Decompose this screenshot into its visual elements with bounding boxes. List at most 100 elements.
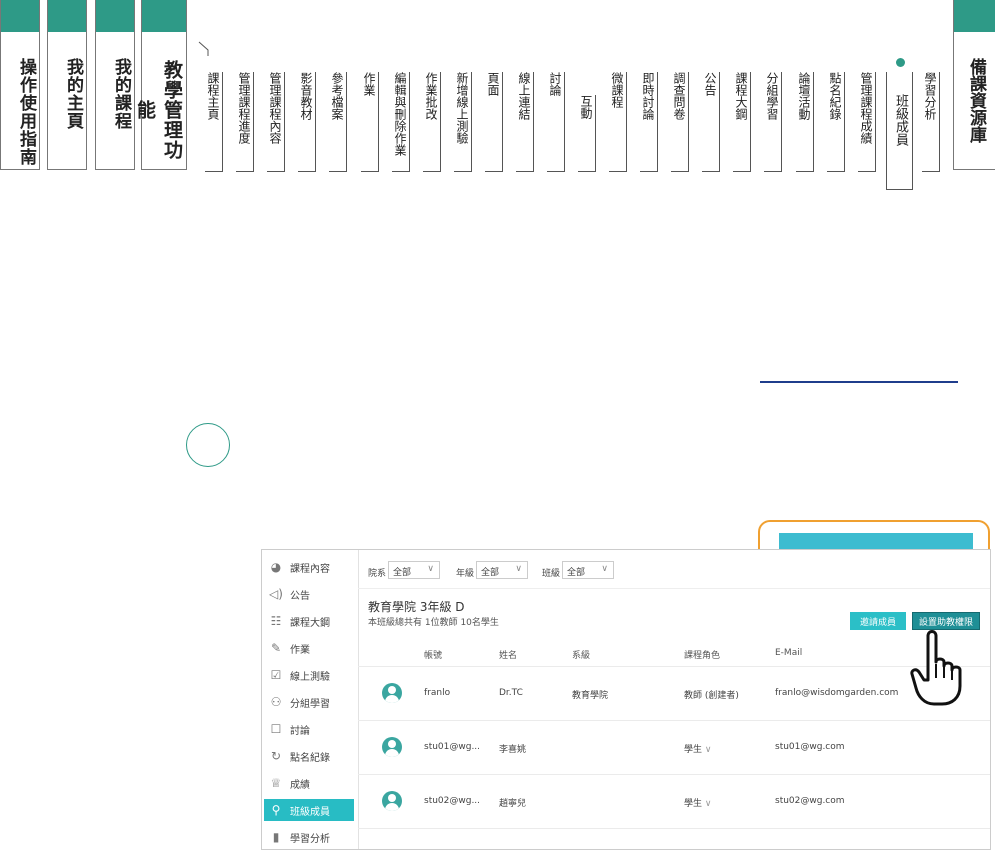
sidebar-item-content[interactable]: ◕ 課程內容 xyxy=(268,556,354,578)
feature-tab[interactable]: 線上連結 xyxy=(516,72,534,172)
sidebar-item-quiz[interactable]: ☑ 線上測驗 xyxy=(268,664,354,686)
role-dropdown[interactable]: 學生 ∨ xyxy=(684,796,711,809)
column-header-email: E-Mail xyxy=(775,648,803,658)
tab-label: 作業批改 xyxy=(424,72,438,120)
tab-cap xyxy=(142,0,186,32)
feature-tab[interactable]: 影音教材 xyxy=(298,72,316,172)
grade-select-value: 全部 xyxy=(481,568,500,578)
sidebar-item-label: 班級成員 xyxy=(290,806,330,818)
tab-class-members[interactable]: 班級成員 xyxy=(886,72,913,190)
tab-label: 課程主頁 xyxy=(206,72,220,120)
avatar xyxy=(382,737,402,757)
feature-tab[interactable]: 參考檔案 xyxy=(329,72,347,172)
sidebar-item-label: 公告 xyxy=(290,590,310,602)
tab-label: 管理課程進度 xyxy=(237,72,251,144)
grade-select[interactable]: 全部 ∨ xyxy=(476,561,528,579)
feature-tab[interactable]: 微課程 xyxy=(609,72,627,172)
feature-tab[interactable]: 管理課程成績 xyxy=(858,72,876,172)
filter-bar: 院系 全部 ∨ 年級 全部 ∨ 班級 全部 ∨ xyxy=(358,550,990,589)
table-row[interactable]: franlo Dr.TC 教育學院 教師 (創建者) franlo@wisdom… xyxy=(358,666,990,719)
bar-chart-icon: ▮ xyxy=(272,830,280,844)
sidebar-item-announcement[interactable]: ◁) 公告 xyxy=(268,583,354,605)
feature-tab[interactable]: 新增線上測驗 xyxy=(454,72,472,172)
class-filter-label: 班級 xyxy=(542,569,561,579)
sidebar-item-group[interactable]: ⚇ 分組學習 xyxy=(268,691,354,713)
tab-label: 公告 xyxy=(703,72,717,96)
invite-members-button[interactable]: 邀請成員 xyxy=(850,612,906,630)
nav-guide-label: 操作使用指南 xyxy=(16,58,36,166)
tab-label: 參考檔案 xyxy=(330,72,344,120)
class-select[interactable]: 全部 ∨ xyxy=(562,561,614,579)
nav-home-tab[interactable]: 我的主頁 xyxy=(47,0,87,170)
trophy-icon: ♕ xyxy=(270,776,282,790)
dept-select[interactable]: 全部 ∨ xyxy=(388,561,440,579)
tab-cap xyxy=(96,0,134,32)
tab-cap xyxy=(1,0,39,32)
active-tab-label: 班級成員 xyxy=(893,94,908,146)
feature-tab[interactable]: 分組學習 xyxy=(764,72,782,172)
feature-tab[interactable]: 即時討論 xyxy=(640,72,658,172)
table-row[interactable] xyxy=(358,828,990,849)
sidebar-item-homework[interactable]: ✎ 作業 xyxy=(268,637,354,659)
feature-tab[interactable]: 調查問卷 xyxy=(671,72,689,172)
tab-label: 學習分析 xyxy=(923,72,937,120)
role-dropdown[interactable]: 學生 ∨ xyxy=(684,742,711,755)
sidebar-item-syllabus[interactable]: ☷ 課程大鋼 xyxy=(268,610,354,632)
tab-cap xyxy=(954,0,995,32)
cell-name: Dr.TC xyxy=(499,688,523,698)
sidebar-item-label: 分組學習 xyxy=(290,698,330,710)
nav-resources-label: 備課資源庫 xyxy=(966,58,986,143)
feature-tab[interactable]: 討論 xyxy=(547,72,565,172)
sidebar-item-label: 課程大鋼 xyxy=(290,617,330,629)
checklist-icon: ☑ xyxy=(270,668,282,682)
feature-tab[interactable]: 論壇活動 xyxy=(796,72,814,172)
nav-teaching-label: 教學管理功能 xyxy=(134,59,183,160)
feature-tab[interactable]: 頁面 xyxy=(485,72,503,172)
feature-tab[interactable]: 互動 xyxy=(578,95,596,172)
feature-tab[interactable]: 管理課程進度 xyxy=(236,72,254,172)
members-icon: ⚲ xyxy=(271,803,281,817)
table-row[interactable]: stu02@wg... 趙寧兒 學生 ∨ stu02@wg.com xyxy=(358,774,990,827)
tab-label: 討論 xyxy=(548,72,562,96)
feature-tab[interactable]: 管理課程內容 xyxy=(267,72,285,172)
feature-tab[interactable]: 公告 xyxy=(702,72,720,172)
sidebar-item-analytics[interactable]: ▮ 學習分析 xyxy=(268,826,354,848)
sidebar-item-label: 討論 xyxy=(290,725,310,737)
nav-courses-label: 我的課程 xyxy=(111,58,131,130)
cell-account: franlo xyxy=(424,688,451,698)
dept-select-value: 全部 xyxy=(393,568,412,578)
nav-teaching-tab[interactable]: 教學管理功能 xyxy=(134,0,187,170)
nav-guide-tab[interactable]: 操作使用指南 xyxy=(0,0,40,170)
feature-tab[interactable]: 作業批改 xyxy=(423,72,441,172)
cell-name: 李喜姚 xyxy=(499,745,527,755)
feature-tab[interactable]: 編輯與刪除作業 xyxy=(392,72,410,172)
tab-label: 互動 xyxy=(579,95,593,119)
cell-name: 趙寧兒 xyxy=(499,799,527,809)
cell-role: 教師 (創建者) xyxy=(684,691,739,701)
tab-label: 微課程 xyxy=(610,72,624,108)
tab-label: 影音教材 xyxy=(299,72,313,120)
nav-courses-tab[interactable]: 我的課程 xyxy=(95,0,135,170)
megaphone-icon: ◁) xyxy=(269,587,283,601)
sidebar-item-label: 線上測驗 xyxy=(290,671,330,683)
column-header-role: 課程角色 xyxy=(684,651,721,661)
active-indicator xyxy=(896,58,905,67)
feature-tab[interactable]: 課程大鋼 xyxy=(733,72,751,172)
sidebar-item-discussion[interactable]: ☐ 討論 xyxy=(268,718,354,740)
nav-resources-tab[interactable]: 備課資源庫 xyxy=(953,0,995,170)
sidebar-item-grades[interactable]: ♕ 成績 xyxy=(268,772,354,794)
feature-tab[interactable]: 課程主頁 xyxy=(205,72,223,172)
table-row[interactable]: stu01@wg... 李喜姚 學生 ∨ stu01@wg.com xyxy=(358,720,990,773)
tab-label: 頁面 xyxy=(486,72,500,96)
tab-label: 管理課程內容 xyxy=(268,72,282,144)
chevron-down-icon: ∨ xyxy=(515,564,522,574)
sidebar-item-members[interactable]: ⚲ 班級成員 xyxy=(264,799,354,821)
feature-tab[interactable]: 作業 xyxy=(361,72,379,172)
tab-label: 作業 xyxy=(362,72,376,96)
sidebar-item-attendance[interactable]: ↻ 點名紀錄 xyxy=(268,745,354,767)
cell-email: stu02@wg.com xyxy=(775,796,845,806)
tab-label: 即時討論 xyxy=(641,72,655,120)
tab-label: 編輯與刪除作業 xyxy=(393,72,407,156)
feature-tab[interactable]: 點名紀錄 xyxy=(827,72,845,172)
tab-learning-analytics[interactable]: 學習分析 xyxy=(922,72,940,172)
